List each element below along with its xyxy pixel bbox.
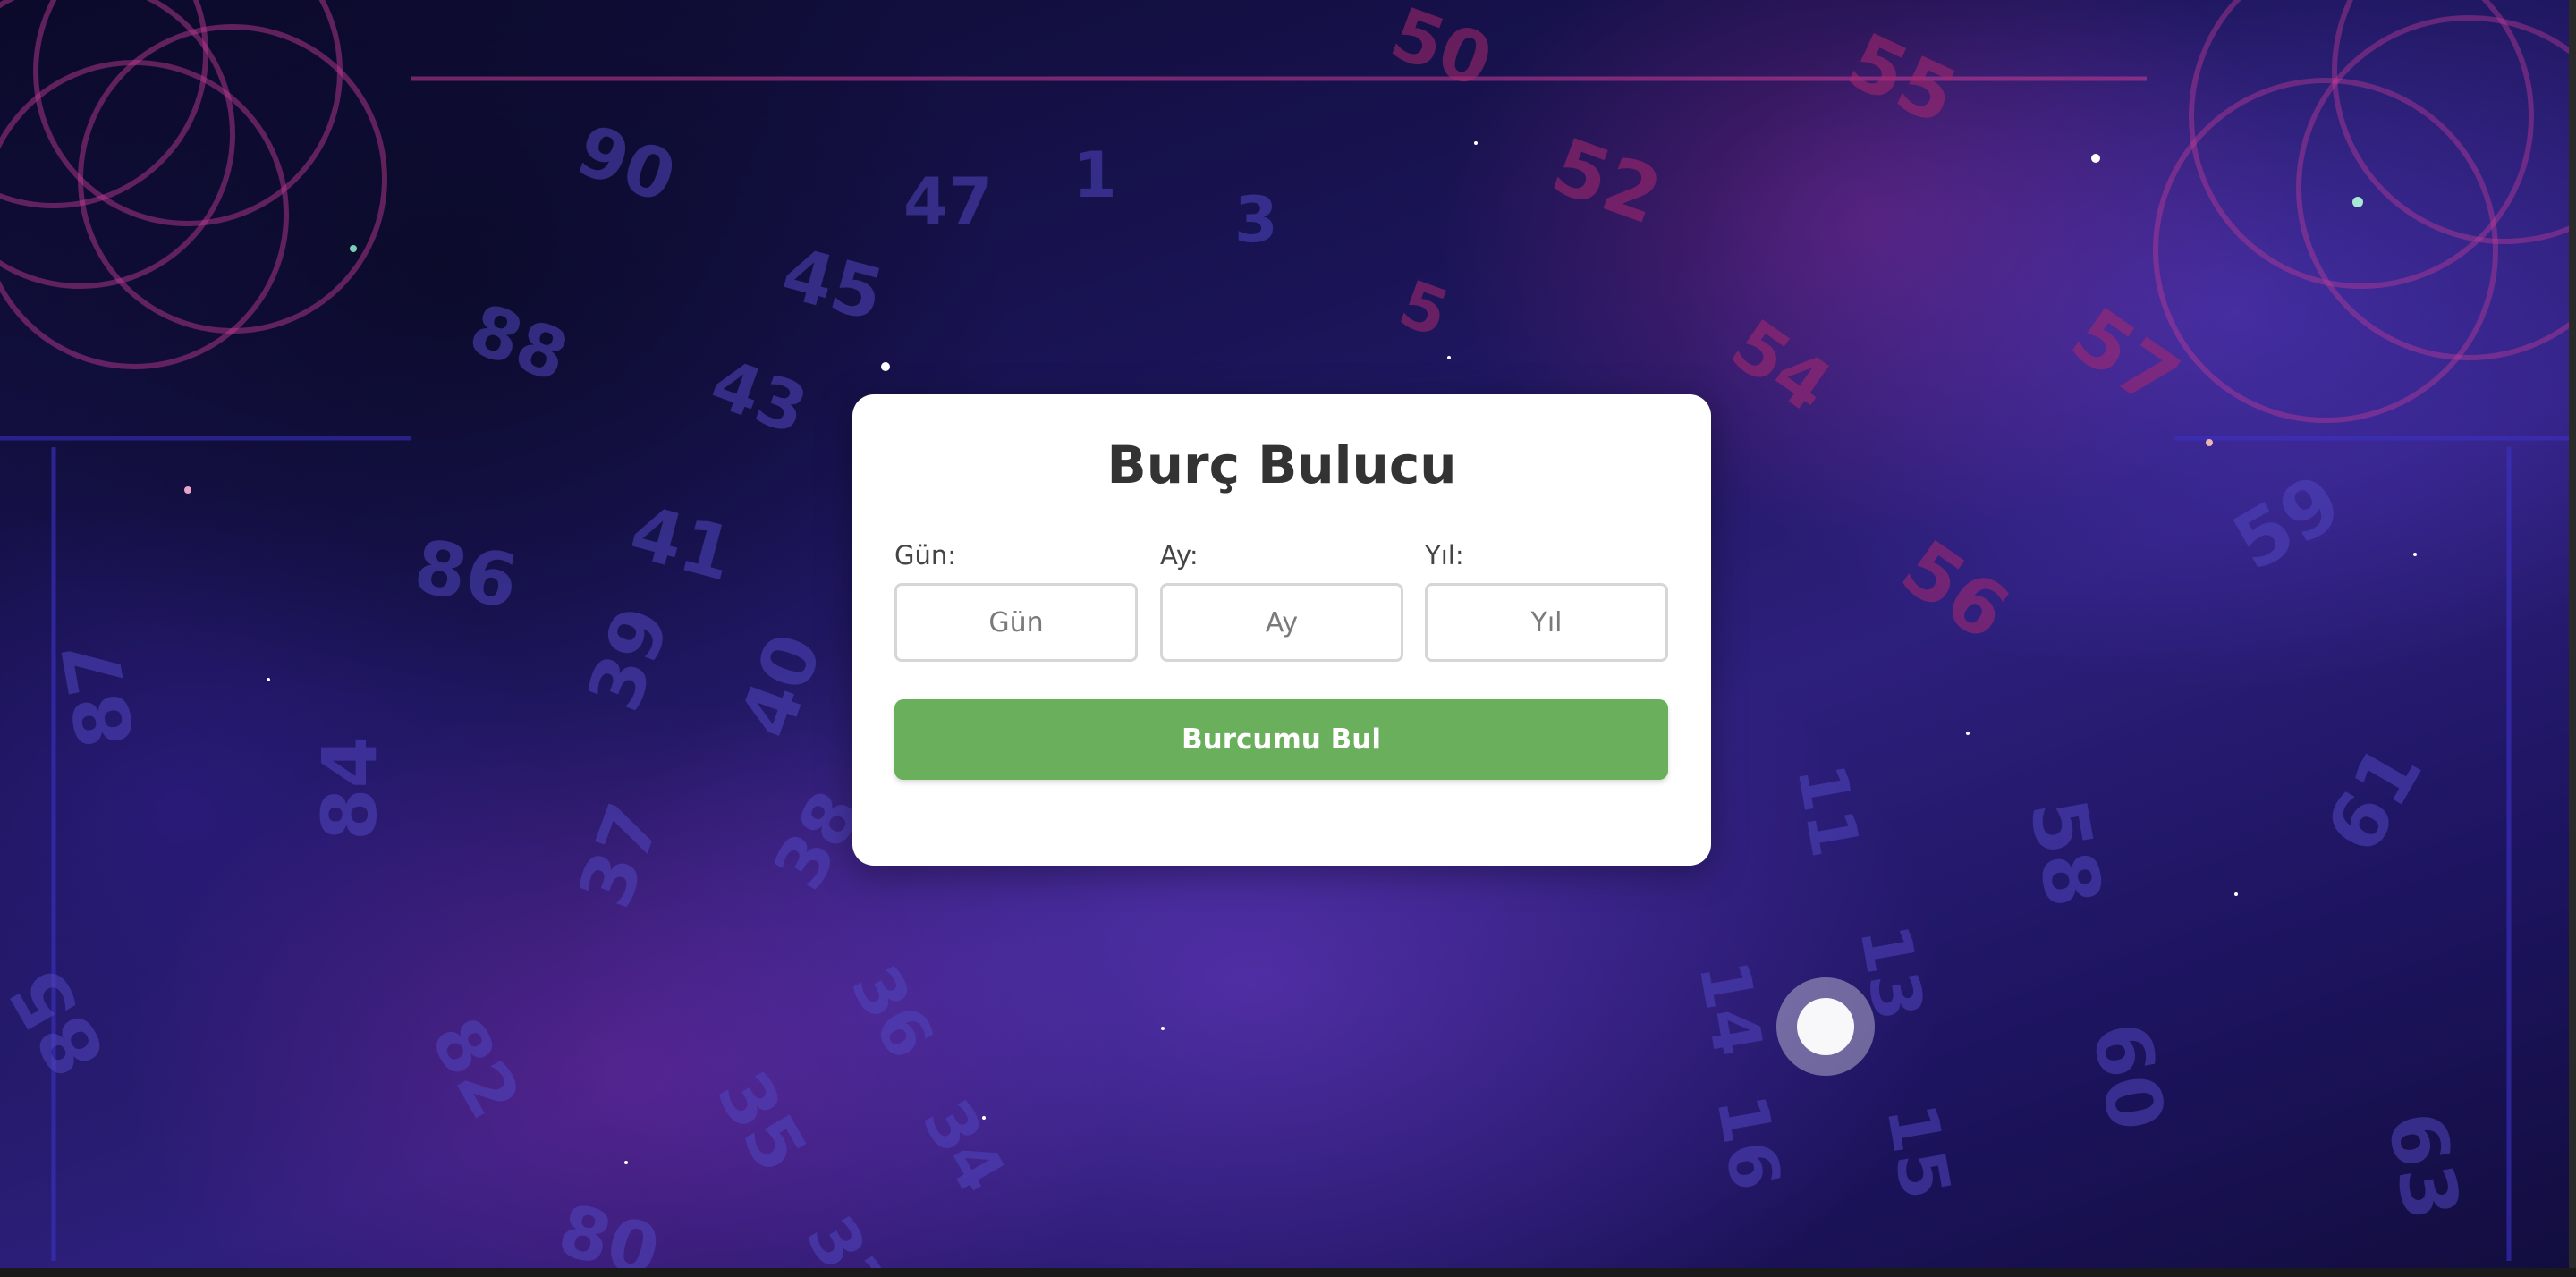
- svg-text:50: 50: [1381, 0, 1503, 104]
- svg-text:5: 5: [1390, 266, 1458, 351]
- svg-text:33: 33: [791, 1204, 903, 1277]
- svg-text:61: 61: [2309, 731, 2440, 868]
- svg-text:87: 87: [46, 633, 152, 754]
- page-title: Burç Bulucu: [1106, 435, 1457, 495]
- top-left-circles: [0, 0, 387, 369]
- zodiac-finder-card: Burç Bulucu Gün: Ay: Yıl: Burcumu Bul: [852, 394, 1711, 866]
- svg-text:86: 86: [409, 524, 524, 625]
- svg-text:58: 58: [2012, 792, 2118, 913]
- day-label: Gün:: [894, 540, 957, 571]
- svg-text:16: 16: [1701, 1089, 1796, 1197]
- day-input[interactable]: [894, 583, 1138, 662]
- svg-text:14: 14: [1683, 955, 1778, 1062]
- svg-text:35: 35: [701, 1058, 823, 1186]
- svg-text:88: 88: [460, 289, 579, 398]
- svg-text:13: 13: [1844, 919, 1939, 1027]
- svg-text:57: 57: [2055, 291, 2194, 426]
- svg-text:36: 36: [835, 953, 948, 1071]
- year-label: Yıl:: [1425, 540, 1464, 571]
- svg-text:40: 40: [724, 623, 839, 748]
- svg-text:85: 85: [0, 953, 123, 1091]
- svg-text:52: 52: [1541, 122, 1673, 242]
- window-edge: [2569, 0, 2576, 1277]
- year-input[interactable]: [1425, 583, 1668, 662]
- svg-text:82: 82: [415, 1004, 537, 1132]
- svg-text:1: 1: [1073, 139, 1117, 212]
- month-field: Ay:: [1160, 540, 1403, 662]
- month-input[interactable]: [1160, 583, 1403, 662]
- svg-text:11: 11: [1782, 758, 1874, 862]
- month-label: Ay:: [1160, 540, 1199, 571]
- day-field: Gün:: [894, 540, 1138, 662]
- svg-text:3: 3: [1234, 183, 1278, 257]
- svg-text:63: 63: [2369, 1105, 2476, 1226]
- find-sign-button[interactable]: Burcumu Bul: [894, 699, 1668, 780]
- svg-text:59: 59: [2219, 458, 2357, 588]
- svg-text:90: 90: [567, 110, 686, 219]
- svg-text:34: 34: [907, 1087, 1020, 1205]
- svg-text:43: 43: [701, 343, 818, 450]
- svg-text:60: 60: [2074, 1016, 2181, 1137]
- svg-text:39: 39: [572, 596, 687, 722]
- bottom-bar: [0, 1268, 2576, 1277]
- svg-text:84: 84: [306, 736, 394, 841]
- svg-text:54: 54: [1716, 303, 1846, 428]
- svg-text:37: 37: [564, 793, 678, 918]
- svg-text:55: 55: [1835, 16, 1970, 142]
- svg-text:80: 80: [550, 1188, 668, 1277]
- top-right-circles: [2153, 0, 2576, 423]
- svg-text:15: 15: [1871, 1098, 1966, 1205]
- svg-text:45: 45: [774, 232, 892, 338]
- svg-text:47: 47: [903, 164, 993, 239]
- svg-text:56: 56: [1885, 523, 2024, 658]
- svg-text:41: 41: [622, 490, 742, 598]
- year-field: Yıl:: [1425, 540, 1668, 662]
